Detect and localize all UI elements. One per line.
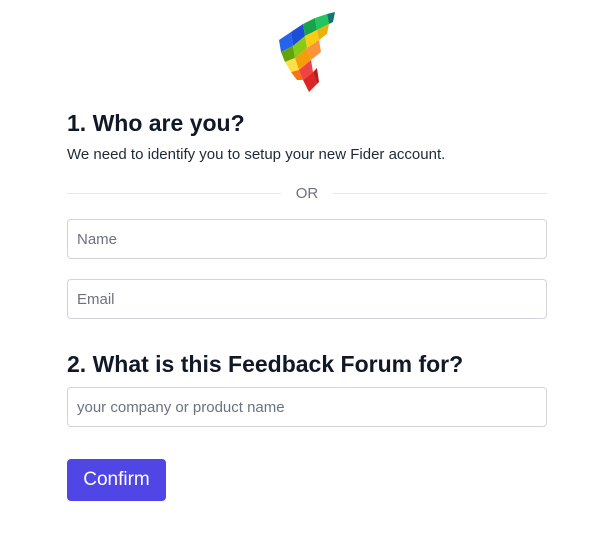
divider-line-right [333, 193, 547, 194]
confirm-button[interactable]: Confirm [67, 459, 166, 501]
divider-text: OR [295, 185, 319, 202]
fider-logo-icon [279, 12, 335, 92]
step1-subtitle: We need to identify you to setup your ne… [67, 146, 446, 163]
or-divider: OR [67, 184, 547, 204]
step1-title: 1. Who are you? [67, 110, 245, 136]
step2-title: 2. What is this Feedback Forum for? [67, 351, 464, 377]
company-name-input[interactable] [67, 387, 547, 427]
email-input[interactable] [67, 279, 547, 319]
name-input[interactable] [67, 219, 547, 259]
